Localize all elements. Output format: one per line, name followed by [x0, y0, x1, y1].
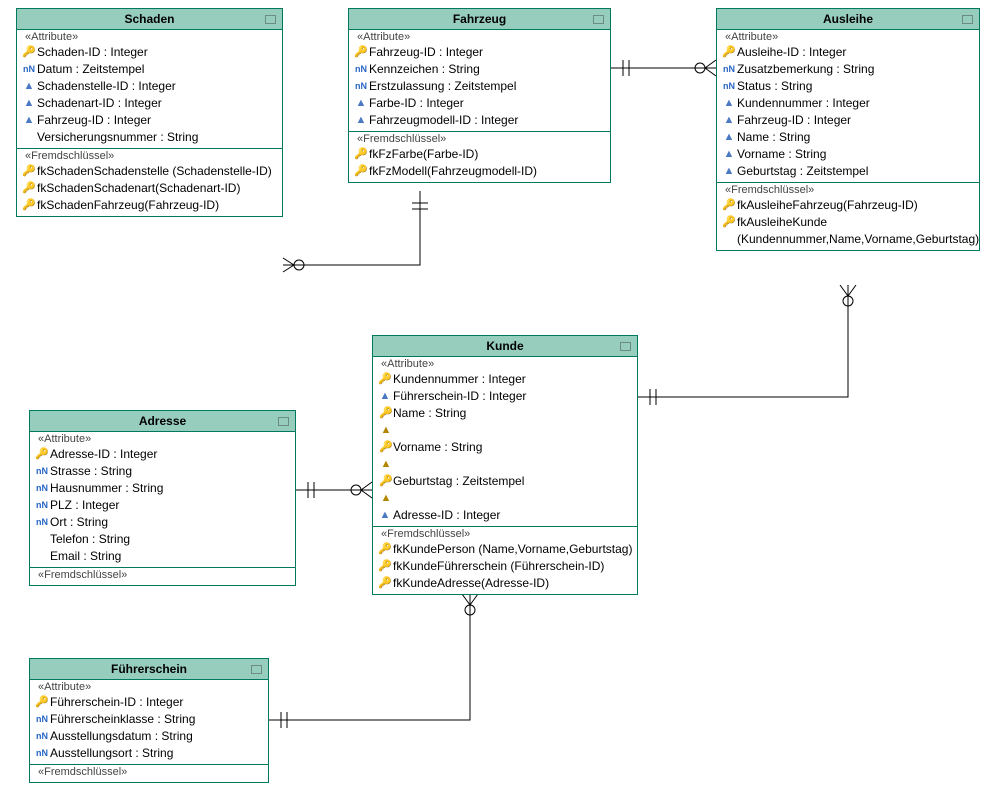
fkref-icon: ▲	[721, 112, 737, 129]
fk-icon: 🔑	[377, 558, 393, 575]
title-text: Ausleihe	[823, 12, 873, 26]
nn-icon: nN	[353, 61, 369, 78]
section-attrs-label: «Attribute»	[30, 432, 295, 446]
fk-list: 🔑fkSchadenSchadenstelle (Schadenstelle-I…	[17, 163, 282, 216]
collapse-icon[interactable]	[251, 665, 262, 674]
pk-part-icon: 🔑▲	[377, 473, 393, 507]
title-text: Adresse	[139, 414, 186, 428]
entity-ausleihe[interactable]: Ausleihe «Attribute» 🔑Ausleihe-ID : Inte…	[716, 8, 980, 251]
nn-icon: nN	[21, 61, 37, 78]
fk-icon: 🔑	[721, 214, 737, 231]
fkref-icon: ▲	[721, 146, 737, 163]
attr-list: 🔑Fahrzeug-ID : Integer nNKennzeichen : S…	[349, 44, 610, 131]
nn-icon: nN	[721, 78, 737, 95]
attr-list: 🔑Schaden-ID : Integer nNDatum : Zeitstem…	[17, 44, 282, 148]
nn-icon: nN	[34, 497, 50, 514]
entity-title: Ausleihe	[717, 9, 979, 30]
pk-icon: 🔑	[721, 44, 737, 61]
fkref-icon: ▲	[21, 95, 37, 112]
section-fks-label: «Fremdschlüssel»	[17, 148, 282, 163]
pk-icon: 🔑	[21, 44, 37, 61]
collapse-icon[interactable]	[962, 15, 973, 24]
section-fks-label: «Fremdschlüssel»	[30, 764, 268, 782]
fk-icon: 🔑	[377, 541, 393, 558]
fkref-icon: ▲	[721, 163, 737, 180]
title-text: Fahrzeug	[453, 12, 506, 26]
section-attrs-label: «Attribute»	[717, 30, 979, 44]
fk-list: 🔑fkKundePerson (Name,Vorname,Geburtstag)…	[373, 541, 637, 594]
nn-icon: nN	[34, 728, 50, 745]
pk-part-icon: 🔑▲	[377, 405, 393, 439]
section-attrs-label: «Attribute»	[17, 30, 282, 44]
title-text: Führerschein	[111, 662, 187, 676]
fkref-icon: ▲	[353, 95, 369, 112]
section-fks-label: «Fremdschlüssel»	[717, 182, 979, 197]
collapse-icon[interactable]	[265, 15, 276, 24]
nn-icon: nN	[34, 480, 50, 497]
fk-icon: 🔑	[21, 197, 37, 214]
entity-fuehrerschein[interactable]: Führerschein «Attribute» 🔑Führerschein-I…	[29, 658, 269, 783]
fkref-icon: ▲	[21, 78, 37, 95]
title-text: Schaden	[124, 12, 174, 26]
pk-icon: 🔑	[377, 371, 393, 388]
entity-title: Schaden	[17, 9, 282, 30]
entity-kunde[interactable]: Kunde «Attribute» 🔑Kundennummer : Intege…	[372, 335, 638, 595]
collapse-icon[interactable]	[278, 417, 289, 426]
pk-icon: 🔑	[353, 44, 369, 61]
collapse-icon[interactable]	[620, 342, 631, 351]
collapse-icon[interactable]	[593, 15, 604, 24]
section-fks-label: «Fremdschlüssel»	[349, 131, 610, 146]
entity-title: Adresse	[30, 411, 295, 432]
fkref-icon: ▲	[377, 388, 393, 405]
entity-schaden[interactable]: Schaden «Attribute» 🔑Schaden-ID : Intege…	[16, 8, 283, 217]
fkref-icon: ▲	[721, 95, 737, 112]
fk-list: 🔑fkFzFarbe(Farbe-ID) 🔑fkFzModell(Fahrzeu…	[349, 146, 610, 182]
nn-icon: nN	[34, 463, 50, 480]
fk-icon: 🔑	[721, 197, 737, 214]
section-fks-label: «Fremdschlüssel»	[30, 567, 295, 585]
fkref-icon: ▲	[21, 112, 37, 129]
section-attrs-label: «Attribute»	[349, 30, 610, 44]
fkref-icon: ▲	[721, 129, 737, 146]
pk-icon: 🔑	[34, 446, 50, 463]
pk-icon: 🔑	[34, 694, 50, 711]
attr-list: 🔑Ausleihe-ID : Integer nNZusatzbemerkung…	[717, 44, 979, 182]
entity-title: Führerschein	[30, 659, 268, 680]
fk-icon: 🔑	[353, 163, 369, 180]
fk-icon: 🔑	[353, 146, 369, 163]
pk-part-icon: 🔑▲	[377, 439, 393, 473]
fkref-icon: ▲	[377, 507, 393, 524]
fk-icon: 🔑	[21, 163, 37, 180]
fk-list: 🔑fkAusleiheFahrzeug(Fahrzeug-ID) 🔑fkAusl…	[717, 197, 979, 250]
attr-list: 🔑Führerschein-ID : Integer nNFührerschei…	[30, 694, 268, 764]
section-fks-label: «Fremdschlüssel»	[373, 526, 637, 541]
nn-icon: nN	[34, 745, 50, 762]
section-attrs-label: «Attribute»	[30, 680, 268, 694]
nn-icon: nN	[34, 514, 50, 531]
nn-icon: nN	[353, 78, 369, 95]
fk-icon: 🔑	[21, 180, 37, 197]
nn-icon: nN	[34, 711, 50, 728]
entity-fahrzeug[interactable]: Fahrzeug «Attribute» 🔑Fahrzeug-ID : Inte…	[348, 8, 611, 183]
entity-adresse[interactable]: Adresse «Attribute» 🔑Adresse-ID : Intege…	[29, 410, 296, 586]
section-attrs-label: «Attribute»	[373, 357, 637, 371]
fkref-icon: ▲	[353, 112, 369, 129]
nn-icon: nN	[721, 61, 737, 78]
fk-icon: 🔑	[377, 575, 393, 592]
attr-list: 🔑Adresse-ID : Integer nNStrasse : String…	[30, 446, 295, 567]
title-text: Kunde	[486, 339, 523, 353]
entity-title: Fahrzeug	[349, 9, 610, 30]
attr-list: 🔑Kundennummer : Integer ▲Führerschein-ID…	[373, 371, 637, 526]
entity-title: Kunde	[373, 336, 637, 357]
